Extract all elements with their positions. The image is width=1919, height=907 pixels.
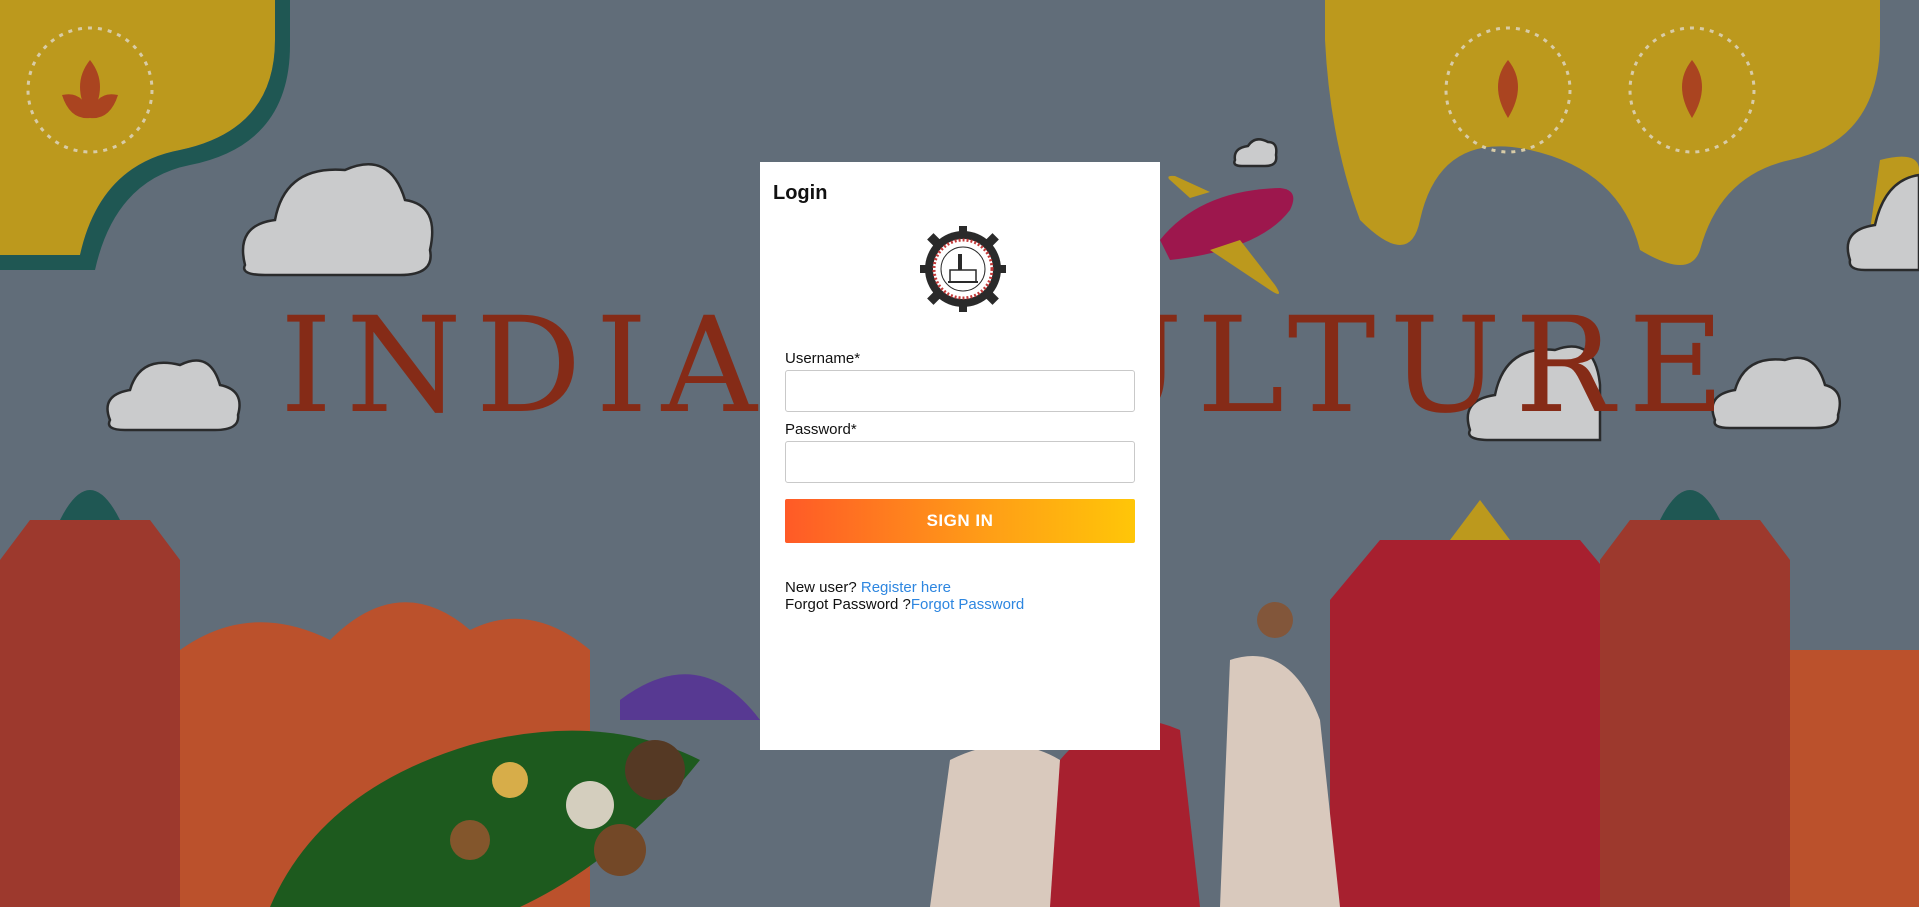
sign-in-button[interactable]: SIGN IN [785, 499, 1135, 543]
forgot-password-line: Forgot Password ?Forgot Password [785, 596, 1135, 613]
username-input[interactable] [785, 370, 1135, 412]
login-title: Login [773, 182, 828, 204]
password-label: Password* [785, 421, 857, 438]
password-input[interactable] [785, 441, 1135, 483]
new-user-line: New user? Register here [785, 579, 1135, 596]
forgot-password-text: Forgot Password ? [785, 596, 911, 613]
register-link[interactable]: Register here [861, 579, 951, 596]
login-panel: Login Username* Password* SIGN IN New us… [760, 162, 1160, 750]
account-links: New user? Register here Forgot Password … [785, 579, 1135, 613]
username-label: Username* [785, 350, 861, 367]
forgot-password-link[interactable]: Forgot Password [911, 596, 1024, 613]
institution-gear-logo-icon [920, 226, 1006, 312]
login-form: Username* Password* SIGN IN New user? Re… [785, 350, 1135, 613]
new-user-text: New user? [785, 579, 861, 596]
